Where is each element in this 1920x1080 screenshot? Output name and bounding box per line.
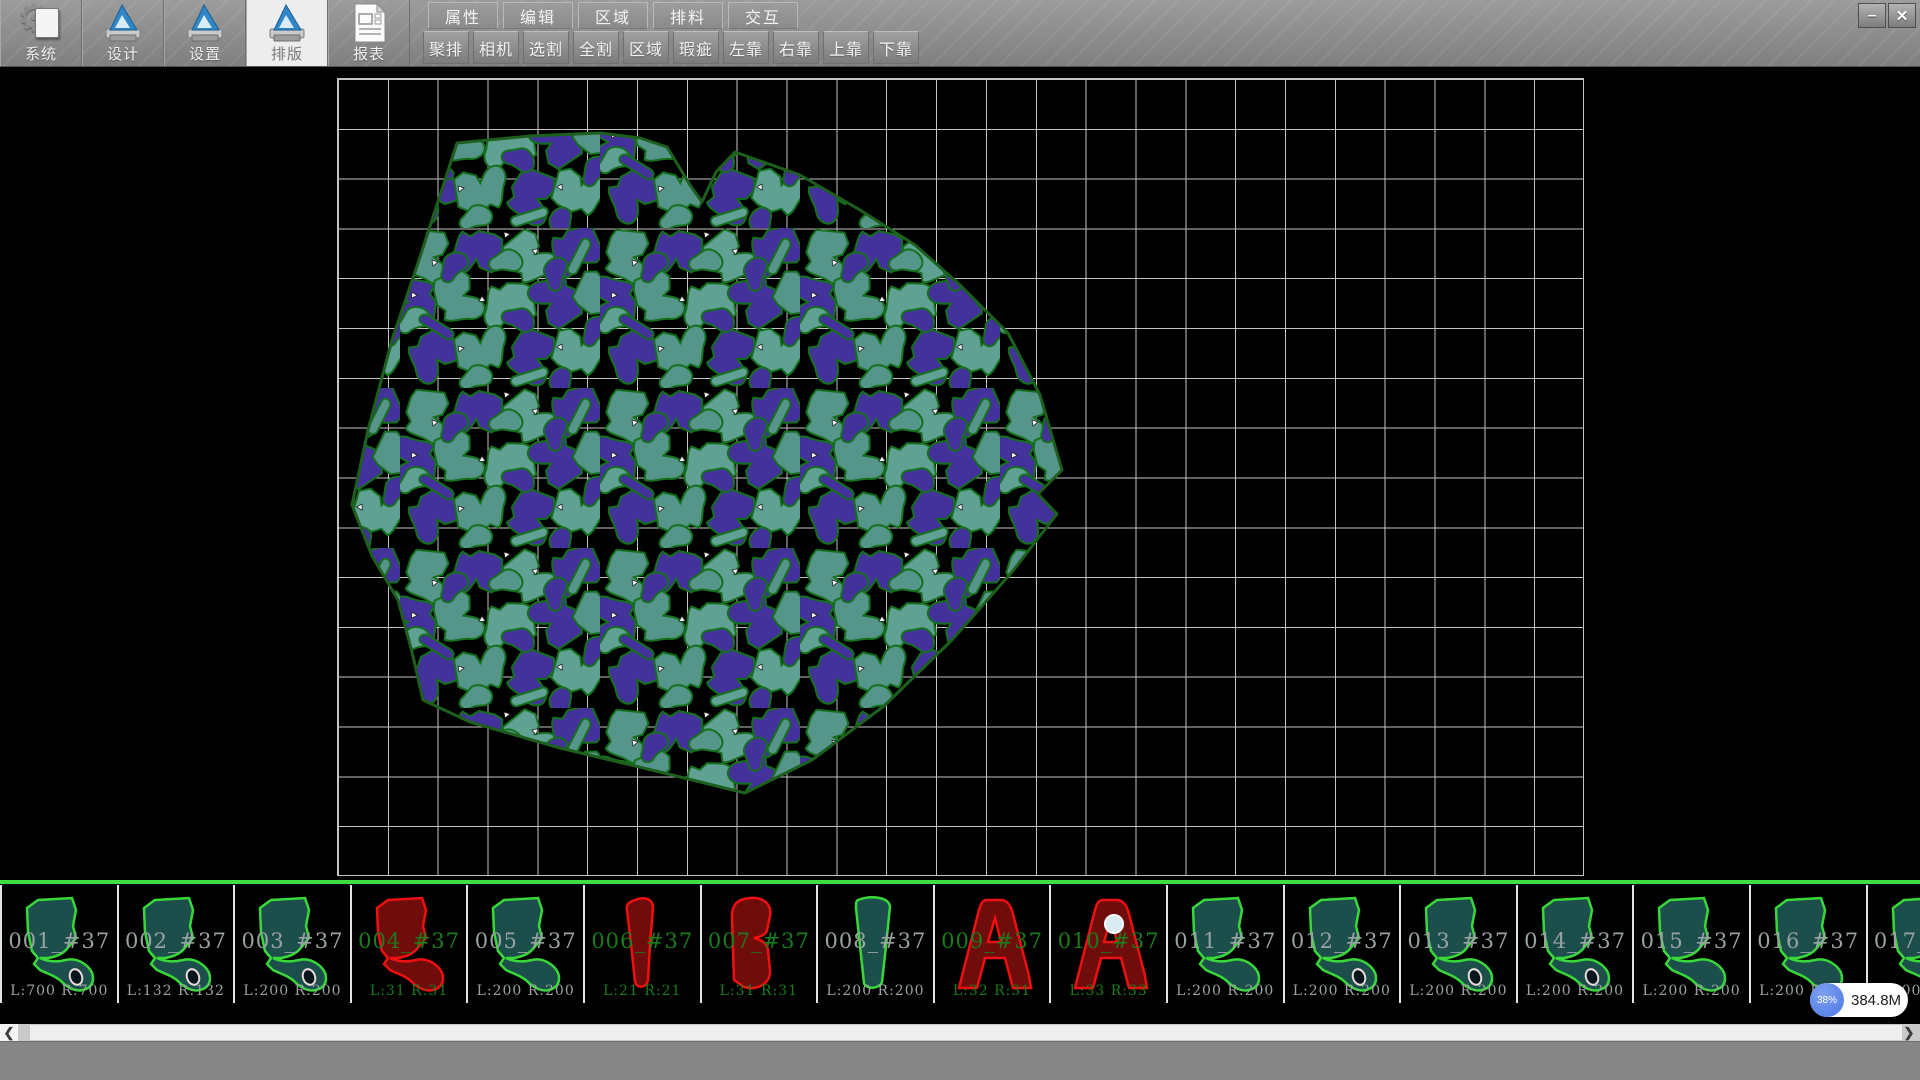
part-label: 005_#37 [468, 929, 583, 953]
nested-hide[interactable] [0, 68, 1920, 880]
part-counts: L:700 R:700 [2, 983, 117, 999]
part-counts: L:21 R:21 [585, 983, 700, 999]
main-button-label: 报表 [353, 43, 385, 64]
part-label: 012_#37 [1285, 929, 1400, 953]
tool-button-align-top[interactable]: 上靠 [823, 31, 869, 64]
part-counts: L:200 R:200 [235, 983, 350, 999]
tool-button-region[interactable]: 区域 [623, 31, 669, 64]
hide-outline[interactable] [352, 133, 1062, 793]
part-thumbnail[interactable]: 003_#37 L:200 R:200 [235, 885, 352, 1003]
tool-button-align-bottom[interactable]: 下靠 [873, 31, 919, 64]
part-counts: L:200 R:200 [818, 983, 933, 999]
menu-button-nest[interactable]: 排料 [653, 2, 723, 29]
progress-percent: 38% [1810, 983, 1844, 1017]
part-counts: L:200 R:200 [1285, 983, 1400, 999]
part-thumbnail[interactable]: 012_#37 L:200 R:200 [1285, 885, 1402, 1003]
part-label: 006_#37 [585, 929, 700, 953]
tool-row: 聚排 相机 选割 全割 区域 瑕疵 左靠 右靠 上靠 下靠 [423, 31, 923, 64]
part-counts: L:200 R:200 [1518, 983, 1633, 999]
part-counts: L:200 R:200 [1401, 983, 1516, 999]
menu-button-properties[interactable]: 属性 [428, 2, 498, 29]
part-label: 002_#37 [119, 929, 234, 953]
part-thumbnail[interactable]: 015_#37 L:200 R:200 [1634, 885, 1751, 1003]
tool-button-camera[interactable]: 相机 [473, 31, 519, 64]
part-thumbnail[interactable]: 008_#37 L:200 R:200 [818, 885, 935, 1003]
scrollbar-thumb[interactable] [30, 1025, 1902, 1040]
ruler-icon [265, 2, 309, 44]
part-counts: L:33 R:33 [1051, 983, 1166, 999]
part-thumbnail[interactable]: 001_#37 L:700 R:700 [2, 885, 119, 1003]
tool-button-select-cut[interactable]: 选割 [523, 31, 569, 64]
part-thumbnail[interactable]: 013_#37 L:200 R:200 [1401, 885, 1518, 1003]
app-window: { "window": { "minimize_glyph": "–", "cl… [0, 0, 1920, 1080]
main-button-settings[interactable]: 设置 [164, 0, 246, 66]
main-button-label: 设置 [189, 43, 221, 64]
part-label: 013_#37 [1401, 929, 1516, 953]
part-counts: L:31 R:31 [702, 983, 817, 999]
ruler-icon [183, 2, 227, 44]
part-label: 004_#37 [352, 929, 467, 953]
main-button-system[interactable]: ⚙ 系统 [0, 0, 82, 66]
report-icon [347, 2, 391, 44]
scroll-left-arrow[interactable]: ❮ [0, 1024, 18, 1041]
tool-button-cluster-nest[interactable]: 聚排 [423, 31, 469, 64]
horizontal-scrollbar[interactable]: ❮ ❯ [0, 1024, 1920, 1041]
part-thumbnail[interactable]: 004_#37 L:31 R:31 [352, 885, 469, 1003]
menu-button-region[interactable]: 区域 [578, 2, 648, 29]
tool-button-cut-all[interactable]: 全割 [573, 31, 619, 64]
nesting-canvas[interactable] [0, 68, 1920, 880]
scroll-right-arrow[interactable]: ❯ [1900, 1024, 1918, 1041]
memory-size: 384.8M [1851, 992, 1901, 1009]
menu-button-interact[interactable]: 交互 [728, 2, 798, 29]
canvas-separator-line [0, 880, 1920, 884]
strip-lower-gap [0, 1003, 1920, 1024]
tool-button-defect[interactable]: 瑕疵 [673, 31, 719, 64]
part-label: 003_#37 [235, 929, 350, 953]
part-label: 015_#37 [1634, 929, 1749, 953]
ruler-icon [101, 2, 145, 44]
tool-button-align-left[interactable]: 左靠 [723, 31, 769, 64]
main-button-label: 设计 [107, 43, 139, 64]
part-label: 011_#37 [1168, 929, 1283, 953]
gear-notebook-icon: ⚙ [19, 2, 63, 44]
part-thumbnail[interactable]: 005_#37 L:200 R:200 [468, 885, 585, 1003]
part-label: 014_#37 [1518, 929, 1633, 953]
part-label: 017_#37 [1868, 929, 1920, 953]
main-button-report[interactable]: 报表 [328, 0, 410, 66]
main-button-label: 排版 [271, 43, 303, 64]
part-thumbnail[interactable]: 006_#37 L:21 R:21 [585, 885, 702, 1003]
part-counts: L:200 R:200 [1168, 983, 1283, 999]
notepad-icon [35, 8, 59, 38]
part-counts: L:31 R:31 [352, 983, 467, 999]
main-button-label: 系统 [25, 43, 57, 64]
part-counts: L:200 R:200 [1634, 983, 1749, 999]
part-thumbnail[interactable]: 007_#37 L:31 R:31 [702, 885, 819, 1003]
menu-button-edit[interactable]: 编辑 [503, 2, 573, 29]
part-label: 007_#37 [702, 929, 817, 953]
part-label: 009_#37 [935, 929, 1050, 953]
toolbar: ⚙ 系统 设计 [0, 0, 1920, 67]
part-thumbnail[interactable]: 009_#37 L:32 R:31 [935, 885, 1052, 1003]
part-label: 016_#37 [1751, 929, 1866, 953]
close-button[interactable]: ✕ [1888, 3, 1916, 28]
part-thumbnail[interactable]: 011_#37 L:200 R:200 [1168, 885, 1285, 1003]
part-label: 010_#37 [1051, 929, 1166, 953]
main-button-group: ⚙ 系统 设计 [0, 0, 410, 66]
main-button-nesting[interactable]: 排版 [246, 0, 328, 66]
part-thumbnail[interactable]: 002_#37 L:132 R:132 [119, 885, 236, 1003]
minimize-button[interactable]: – [1858, 3, 1886, 28]
part-counts: L:200 R:200 [468, 983, 583, 999]
tool-button-align-right[interactable]: 右靠 [773, 31, 819, 64]
part-counts: L:32 R:31 [935, 983, 1050, 999]
part-thumbnail[interactable]: 014_#37 L:200 R:200 [1518, 885, 1635, 1003]
part-counts: L:132 R:132 [119, 983, 234, 999]
status-bar [0, 1041, 1920, 1080]
main-button-design[interactable]: 设计 [82, 0, 164, 66]
part-label: 001_#37 [2, 929, 117, 953]
progress-badge[interactable]: 38% 384.8M [1810, 983, 1908, 1017]
menu-row: 属性 编辑 区域 排料 交互 [428, 2, 803, 29]
part-label: 008_#37 [818, 929, 933, 953]
thumbnail-strip[interactable]: 001_#37 L:700 R:700 002_#37 L:132 R:132 … [0, 885, 1920, 1003]
part-thumbnail[interactable]: 010_#37 L:33 R:33 [1051, 885, 1168, 1003]
